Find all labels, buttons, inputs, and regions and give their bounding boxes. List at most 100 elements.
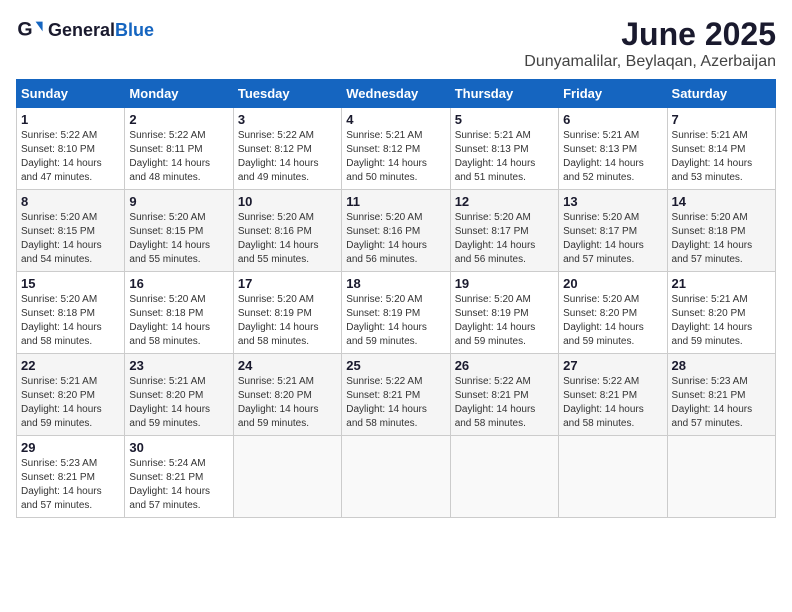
logo-icon: G (16, 16, 44, 44)
sunset-text: Sunset: 8:19 PM (238, 308, 312, 319)
sunrise-text: Sunrise: 5:20 AM (455, 212, 531, 223)
table-row: 22 Sunrise: 5:21 AM Sunset: 8:20 PM Dayl… (17, 354, 125, 436)
table-row: 13 Sunrise: 5:20 AM Sunset: 8:17 PM Dayl… (559, 190, 667, 272)
day-number: 27 (563, 358, 662, 373)
daylight-text: Daylight: 14 hours and 55 minutes. (129, 240, 210, 265)
day-info: Sunrise: 5:20 AM Sunset: 8:18 PM Dayligh… (672, 211, 771, 267)
sunrise-text: Sunrise: 5:21 AM (238, 376, 314, 387)
sunrise-text: Sunrise: 5:21 AM (672, 294, 748, 305)
daylight-text: Daylight: 14 hours and 56 minutes. (455, 240, 536, 265)
table-row: 6 Sunrise: 5:21 AM Sunset: 8:13 PM Dayli… (559, 108, 667, 190)
table-row: 12 Sunrise: 5:20 AM Sunset: 8:17 PM Dayl… (450, 190, 558, 272)
sunrise-text: Sunrise: 5:21 AM (672, 130, 748, 141)
calendar-week-row: 22 Sunrise: 5:21 AM Sunset: 8:20 PM Dayl… (17, 354, 776, 436)
header-thursday: Thursday (450, 80, 558, 108)
day-number: 9 (129, 194, 228, 209)
day-info: Sunrise: 5:20 AM Sunset: 8:19 PM Dayligh… (238, 293, 337, 349)
sunset-text: Sunset: 8:17 PM (455, 226, 529, 237)
sunset-text: Sunset: 8:20 PM (563, 308, 637, 319)
daylight-text: Daylight: 14 hours and 59 minutes. (455, 322, 536, 347)
table-row: 18 Sunrise: 5:20 AM Sunset: 8:19 PM Dayl… (342, 272, 450, 354)
day-number: 3 (238, 112, 337, 127)
sunrise-text: Sunrise: 5:20 AM (21, 212, 97, 223)
table-row: 28 Sunrise: 5:23 AM Sunset: 8:21 PM Dayl… (667, 354, 775, 436)
day-number: 29 (21, 440, 120, 455)
table-row: 11 Sunrise: 5:20 AM Sunset: 8:16 PM Dayl… (342, 190, 450, 272)
daylight-text: Daylight: 14 hours and 59 minutes. (672, 322, 753, 347)
sunset-text: Sunset: 8:20 PM (21, 390, 95, 401)
day-number: 2 (129, 112, 228, 127)
header-friday: Friday (559, 80, 667, 108)
table-row (667, 436, 775, 518)
table-row: 5 Sunrise: 5:21 AM Sunset: 8:13 PM Dayli… (450, 108, 558, 190)
table-row: 8 Sunrise: 5:20 AM Sunset: 8:15 PM Dayli… (17, 190, 125, 272)
table-row (450, 436, 558, 518)
day-number: 25 (346, 358, 445, 373)
day-info: Sunrise: 5:22 AM Sunset: 8:12 PM Dayligh… (238, 129, 337, 185)
sunrise-text: Sunrise: 5:22 AM (455, 376, 531, 387)
sunset-text: Sunset: 8:10 PM (21, 144, 95, 155)
day-number: 10 (238, 194, 337, 209)
title-area: June 2025 Dunyamalilar, Beylaqan, Azerba… (524, 16, 776, 71)
daylight-text: Daylight: 14 hours and 59 minutes. (563, 322, 644, 347)
calendar-week-row: 8 Sunrise: 5:20 AM Sunset: 8:15 PM Dayli… (17, 190, 776, 272)
table-row (342, 436, 450, 518)
sunset-text: Sunset: 8:21 PM (455, 390, 529, 401)
day-info: Sunrise: 5:20 AM Sunset: 8:19 PM Dayligh… (346, 293, 445, 349)
sunrise-text: Sunrise: 5:24 AM (129, 458, 205, 469)
sunset-text: Sunset: 8:20 PM (672, 308, 746, 319)
sunrise-text: Sunrise: 5:21 AM (455, 130, 531, 141)
header-sunday: Sunday (17, 80, 125, 108)
sunrise-text: Sunrise: 5:22 AM (563, 376, 639, 387)
day-info: Sunrise: 5:20 AM Sunset: 8:18 PM Dayligh… (129, 293, 228, 349)
calendar-header-row: Sunday Monday Tuesday Wednesday Thursday… (17, 80, 776, 108)
daylight-text: Daylight: 14 hours and 50 minutes. (346, 158, 427, 183)
day-number: 20 (563, 276, 662, 291)
daylight-text: Daylight: 14 hours and 57 minutes. (129, 486, 210, 511)
daylight-text: Daylight: 14 hours and 59 minutes. (21, 404, 102, 429)
sunrise-text: Sunrise: 5:20 AM (455, 294, 531, 305)
table-row: 27 Sunrise: 5:22 AM Sunset: 8:21 PM Dayl… (559, 354, 667, 436)
day-number: 1 (21, 112, 120, 127)
sunset-text: Sunset: 8:18 PM (672, 226, 746, 237)
day-info: Sunrise: 5:21 AM Sunset: 8:20 PM Dayligh… (672, 293, 771, 349)
day-info: Sunrise: 5:20 AM Sunset: 8:16 PM Dayligh… (346, 211, 445, 267)
table-row: 4 Sunrise: 5:21 AM Sunset: 8:12 PM Dayli… (342, 108, 450, 190)
header-tuesday: Tuesday (233, 80, 341, 108)
day-info: Sunrise: 5:20 AM Sunset: 8:15 PM Dayligh… (129, 211, 228, 267)
day-info: Sunrise: 5:21 AM Sunset: 8:20 PM Dayligh… (21, 375, 120, 431)
page-header: G GeneralBlue June 2025 Dunyamalilar, Be… (16, 16, 776, 71)
day-info: Sunrise: 5:23 AM Sunset: 8:21 PM Dayligh… (21, 457, 120, 513)
day-number: 8 (21, 194, 120, 209)
day-info: Sunrise: 5:21 AM Sunset: 8:20 PM Dayligh… (238, 375, 337, 431)
day-info: Sunrise: 5:20 AM Sunset: 8:16 PM Dayligh… (238, 211, 337, 267)
day-number: 30 (129, 440, 228, 455)
calendar-week-row: 15 Sunrise: 5:20 AM Sunset: 8:18 PM Dayl… (17, 272, 776, 354)
day-info: Sunrise: 5:22 AM Sunset: 8:11 PM Dayligh… (129, 129, 228, 185)
table-row (233, 436, 341, 518)
sunset-text: Sunset: 8:15 PM (21, 226, 95, 237)
day-number: 26 (455, 358, 554, 373)
day-number: 6 (563, 112, 662, 127)
daylight-text: Daylight: 14 hours and 49 minutes. (238, 158, 319, 183)
table-row: 21 Sunrise: 5:21 AM Sunset: 8:20 PM Dayl… (667, 272, 775, 354)
sunrise-text: Sunrise: 5:20 AM (346, 212, 422, 223)
sunset-text: Sunset: 8:16 PM (346, 226, 420, 237)
day-number: 7 (672, 112, 771, 127)
table-row: 29 Sunrise: 5:23 AM Sunset: 8:21 PM Dayl… (17, 436, 125, 518)
sunset-text: Sunset: 8:21 PM (129, 472, 203, 483)
daylight-text: Daylight: 14 hours and 59 minutes. (346, 322, 427, 347)
table-row: 20 Sunrise: 5:20 AM Sunset: 8:20 PM Dayl… (559, 272, 667, 354)
daylight-text: Daylight: 14 hours and 55 minutes. (238, 240, 319, 265)
table-row: 30 Sunrise: 5:24 AM Sunset: 8:21 PM Dayl… (125, 436, 233, 518)
daylight-text: Daylight: 14 hours and 54 minutes. (21, 240, 102, 265)
day-info: Sunrise: 5:21 AM Sunset: 8:20 PM Dayligh… (129, 375, 228, 431)
day-number: 12 (455, 194, 554, 209)
day-info: Sunrise: 5:22 AM Sunset: 8:10 PM Dayligh… (21, 129, 120, 185)
calendar-table: Sunday Monday Tuesday Wednesday Thursday… (16, 79, 776, 518)
day-info: Sunrise: 5:20 AM Sunset: 8:15 PM Dayligh… (21, 211, 120, 267)
table-row: 9 Sunrise: 5:20 AM Sunset: 8:15 PM Dayli… (125, 190, 233, 272)
daylight-text: Daylight: 14 hours and 59 minutes. (238, 404, 319, 429)
sunset-text: Sunset: 8:18 PM (21, 308, 95, 319)
day-info: Sunrise: 5:22 AM Sunset: 8:21 PM Dayligh… (563, 375, 662, 431)
